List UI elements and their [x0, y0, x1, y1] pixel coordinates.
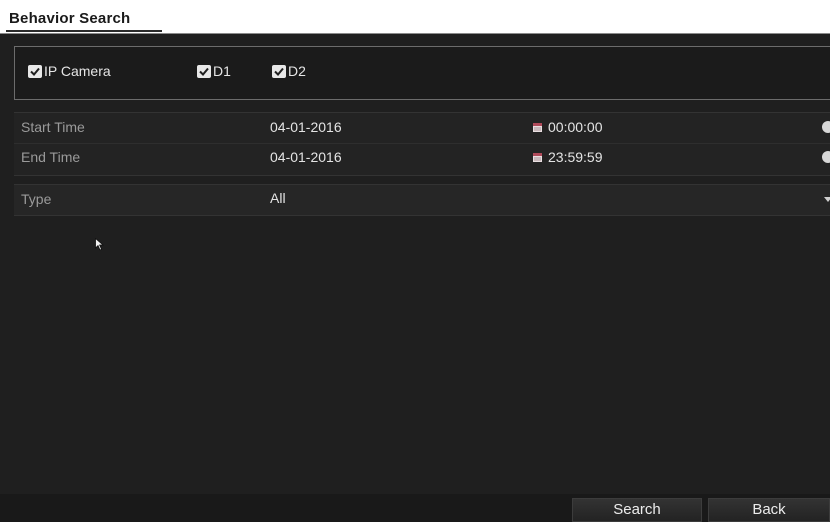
top-strip — [0, 0, 830, 8]
end-date-field[interactable]: 04-01-2016 — [270, 149, 342, 165]
start-clock-field[interactable]: 00:00:00 — [548, 119, 603, 135]
mouse-pointer-icon — [95, 238, 104, 251]
active-tab-indicator — [6, 30, 162, 32]
channel-d1-checkbox[interactable]: D1 — [197, 63, 231, 79]
tab-bar: Behavior Search — [0, 8, 830, 34]
channel-d1-label: D1 — [213, 63, 231, 79]
end-clock-field[interactable]: 23:59:59 — [548, 149, 603, 165]
calendar-icon[interactable] — [533, 153, 542, 162]
checkbox-checked-icon — [272, 64, 286, 78]
start-date-field[interactable]: 04-01-2016 — [270, 119, 342, 135]
channel-d2-label: D2 — [288, 63, 306, 79]
calendar-icon[interactable] — [533, 123, 542, 132]
behavior-search-screen: Behavior Search IP Camera D1 D2 Start Ti… — [0, 0, 830, 522]
end-time-label: End Time — [21, 149, 81, 165]
type-panel: Type All — [14, 184, 830, 216]
row-divider — [14, 143, 830, 144]
chevron-down-icon[interactable] — [824, 197, 830, 202]
channel-d2-checkbox[interactable]: D2 — [272, 63, 306, 79]
tab-behavior-search[interactable]: Behavior Search — [9, 10, 130, 27]
checkbox-checked-icon — [197, 64, 211, 78]
ip-camera-label: IP Camera — [44, 63, 111, 79]
clock-icon[interactable] — [822, 121, 830, 133]
camera-selection-box: IP Camera D1 D2 — [14, 46, 830, 100]
clock-icon[interactable] — [822, 151, 830, 163]
ip-camera-checkbox[interactable]: IP Camera — [28, 63, 111, 79]
tab-divider — [0, 33, 830, 34]
type-select[interactable]: All — [270, 190, 286, 206]
time-range-panel: Start Time 04-01-2016 00:00:00 End Time … — [14, 112, 830, 176]
bottom-action-bar — [0, 494, 830, 522]
start-time-label: Start Time — [21, 119, 85, 135]
search-button[interactable]: Search — [572, 498, 702, 522]
back-button[interactable]: Back — [708, 498, 830, 522]
checkbox-checked-icon — [28, 64, 42, 78]
type-label: Type — [21, 191, 52, 207]
